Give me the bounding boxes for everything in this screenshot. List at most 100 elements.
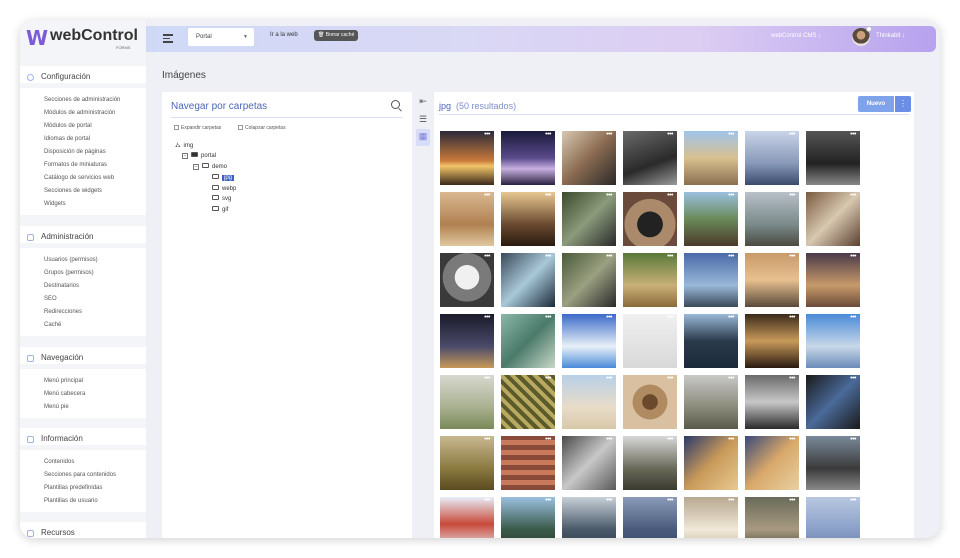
sidebar-item[interactable]: Secciones de widgets	[20, 185, 146, 198]
more-options-icon[interactable]: •••	[606, 375, 612, 382]
more-options-icon[interactable]: •••	[484, 253, 490, 260]
more-options-icon[interactable]: •••	[850, 253, 856, 260]
image-thumbnail[interactable]: •••	[623, 131, 677, 185]
more-options-icon[interactable]: •••	[667, 131, 673, 138]
sidebar-item[interactable]: Módulos de portal	[20, 120, 146, 133]
sidebar-item[interactable]: Menú pie	[20, 401, 146, 414]
more-options-icon[interactable]: •••	[667, 314, 673, 321]
search-icon[interactable]	[391, 100, 403, 112]
image-thumbnail[interactable]: •••	[440, 314, 494, 368]
sidebar-item[interactable]: SEO	[20, 293, 146, 306]
sidebar-item[interactable]: Plantillas predefinidas	[20, 482, 146, 495]
image-thumbnail[interactable]: •••	[684, 253, 738, 307]
image-thumbnail[interactable]: •••	[623, 314, 677, 368]
more-options-icon[interactable]: •••	[850, 436, 856, 443]
more-options-icon[interactable]: •••	[606, 497, 612, 504]
image-thumbnail[interactable]: •••	[562, 192, 616, 246]
more-options-icon[interactable]: •••	[484, 314, 490, 321]
image-thumbnail[interactable]: •••	[806, 314, 860, 368]
more-options-icon[interactable]: •••	[850, 497, 856, 504]
expand-folders-button[interactable]: Expandir carpetas	[174, 125, 221, 131]
sidebar-item[interactable]: Menú principal	[20, 375, 146, 388]
more-options-icon[interactable]: •••	[850, 375, 856, 382]
go-to-web-link[interactable]: Ir a la web	[270, 32, 298, 38]
more-options-icon[interactable]: •••	[789, 192, 795, 199]
sidebar-section-header[interactable]: Navegación	[20, 347, 146, 369]
more-options-icon[interactable]: •••	[667, 497, 673, 504]
sidebar-section-header[interactable]: Configuración	[20, 66, 146, 88]
tree-node-gif[interactable]: gif	[212, 206, 228, 215]
image-thumbnail[interactable]: •••	[684, 436, 738, 490]
image-thumbnail[interactable]: •••	[440, 192, 494, 246]
more-options-icon[interactable]: •••	[545, 192, 551, 199]
more-options-icon[interactable]: •••	[789, 436, 795, 443]
image-thumbnail[interactable]: •••	[501, 375, 555, 429]
sidebar-item[interactable]: Módulos de administración	[20, 107, 146, 120]
image-thumbnail[interactable]: •••	[501, 192, 555, 246]
more-options-icon[interactable]: •••	[606, 192, 612, 199]
image-thumbnail[interactable]: •••	[806, 436, 860, 490]
more-options-icon[interactable]: •••	[545, 436, 551, 443]
image-thumbnail[interactable]: •••	[623, 192, 677, 246]
more-options-icon[interactable]: •••	[545, 253, 551, 260]
more-options-icon[interactable]: •••	[789, 375, 795, 382]
tree-node-portal[interactable]: − portal	[182, 152, 216, 161]
more-options-icon[interactable]: •••	[667, 436, 673, 443]
image-thumbnail[interactable]: •••	[562, 314, 616, 368]
image-thumbnail[interactable]: •••	[562, 131, 616, 185]
sidebar-section-header[interactable]: Administración	[20, 226, 146, 248]
image-thumbnail[interactable]: •••	[562, 497, 616, 538]
more-options-icon[interactable]: •••	[789, 131, 795, 138]
image-thumbnail[interactable]: •••	[684, 314, 738, 368]
tree-node-svg[interactable]: svg	[212, 195, 231, 204]
clear-cache-button[interactable]: 🗑 Borrar caché	[314, 30, 359, 41]
image-thumbnail[interactable]: •••	[501, 436, 555, 490]
sidebar-item[interactable]: Idiomas de portal	[20, 133, 146, 146]
sidebar-item[interactable]: Plantillas de usuario	[20, 495, 146, 508]
image-thumbnail[interactable]: •••	[806, 375, 860, 429]
image-thumbnail[interactable]: •••	[684, 131, 738, 185]
sidebar-item[interactable]: Formatos de miniaturas	[20, 159, 146, 172]
more-options-icon[interactable]: •••	[484, 436, 490, 443]
grid-view-icon[interactable]: ▦	[416, 129, 430, 146]
menu-toggle-icon[interactable]	[163, 34, 173, 43]
image-thumbnail[interactable]: •••	[440, 497, 494, 538]
collapse-folders-button[interactable]: Colapsar carpetas	[238, 125, 286, 131]
more-options-icon[interactable]: •••	[606, 131, 612, 138]
more-options-icon[interactable]: •••	[484, 131, 490, 138]
image-thumbnail[interactable]: •••	[440, 253, 494, 307]
more-options-icon[interactable]: •••	[850, 314, 856, 321]
more-options-icon[interactable]: •••	[484, 192, 490, 199]
image-thumbnail[interactable]: •••	[745, 375, 799, 429]
image-thumbnail[interactable]: •••	[501, 253, 555, 307]
more-options-icon[interactable]: •••	[545, 131, 551, 138]
image-thumbnail[interactable]: •••	[745, 253, 799, 307]
tree-node-demo[interactable]: − demo	[193, 163, 227, 172]
image-thumbnail[interactable]: •••	[684, 497, 738, 538]
more-options-icon[interactable]: •••	[667, 192, 673, 199]
sidebar-section-header[interactable]: Información	[20, 428, 146, 450]
sidebar-item[interactable]: Usuarios (permisos)	[20, 254, 146, 267]
sidebar-item[interactable]: Contenidos	[20, 456, 146, 469]
image-thumbnail[interactable]: •••	[745, 192, 799, 246]
image-thumbnail[interactable]: •••	[623, 436, 677, 490]
tree-node-jpg[interactable]: jpg	[212, 174, 235, 183]
image-thumbnail[interactable]: •••	[806, 497, 860, 538]
collapse-panel-icon[interactable]: ⇤	[416, 94, 430, 108]
image-thumbnail[interactable]: •••	[440, 131, 494, 185]
sidebar-item[interactable]: Redirecciones	[20, 306, 146, 319]
image-thumbnail[interactable]: •••	[501, 497, 555, 538]
more-options-icon[interactable]: •••	[728, 192, 734, 199]
image-thumbnail[interactable]: •••	[745, 314, 799, 368]
more-options-icon[interactable]: •••	[728, 375, 734, 382]
sidebar-item[interactable]: Catálogo de servicios web	[20, 172, 146, 185]
more-options-icon[interactable]: •••	[545, 375, 551, 382]
more-options-icon[interactable]: •••	[484, 375, 490, 382]
more-options-icon[interactable]: •••	[850, 131, 856, 138]
more-options-icon[interactable]: •••	[789, 497, 795, 504]
more-options-icon[interactable]: •••	[545, 497, 551, 504]
more-options-icon[interactable]: •••	[728, 436, 734, 443]
more-options-icon[interactable]: •••	[728, 253, 734, 260]
logo[interactable]: W webControl FORMS	[26, 26, 144, 52]
image-thumbnail[interactable]: •••	[745, 436, 799, 490]
